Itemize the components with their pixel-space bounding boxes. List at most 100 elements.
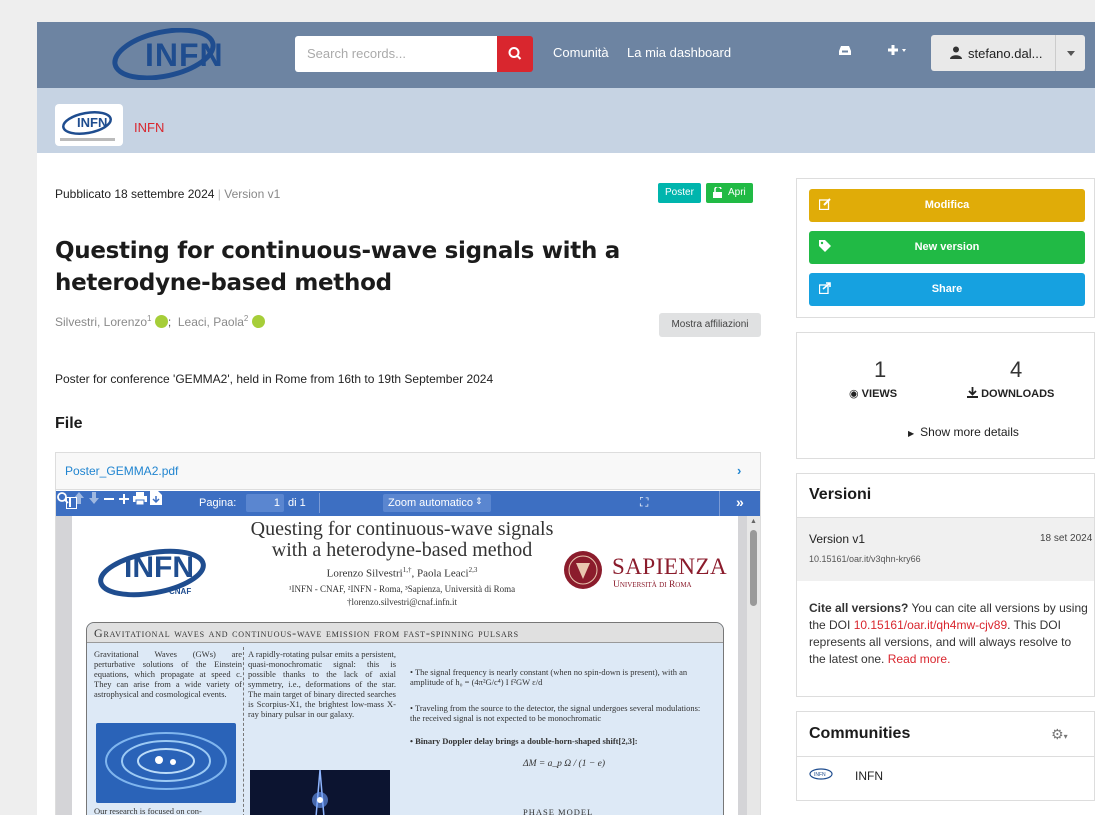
svg-text:INFN: INFN: [814, 772, 826, 778]
gravitational-waves-image: [96, 723, 236, 803]
author-name[interactable]: Silvestri, Lorenzo: [55, 315, 147, 329]
sapienza-sub: Università di Roma: [613, 580, 692, 590]
user-name: stefano.dal...: [968, 46, 1043, 61]
gear-icon[interactable]: ⚙▾: [1051, 726, 1068, 743]
access-badge: Apri: [706, 183, 753, 203]
search-input[interactable]: Search records...: [295, 36, 497, 72]
record-title: Questing for continuous-wave signals wit…: [55, 238, 620, 296]
download-icon[interactable]: [150, 491, 163, 505]
poster-bullet: • Binary Doppler delay brings a double-h…: [410, 736, 638, 746]
show-affiliations-button[interactable]: Mostra affiliazioni: [659, 313, 761, 337]
community-logo[interactable]: INFN: [55, 104, 123, 146]
views-label: VIEWS: [861, 388, 898, 400]
community-logo-text: INFN: [77, 115, 108, 130]
infn-logo[interactable]: INFN: [109, 27, 229, 81]
show-more-label: Show more details: [920, 425, 1019, 439]
downloads-label-group: DOWNLOADS: [967, 387, 1054, 400]
community-logo-icon: INFN: [809, 768, 833, 780]
presentation-mode-icon[interactable]: ⛶: [640, 495, 648, 510]
page: INFN Search records... Comunità La mia d…: [37, 22, 1095, 815]
poster-bullet: • Traveling from the source to the detec…: [410, 703, 701, 723]
poster-column-text: Gravitational Waves (GWs) are perturbati…: [94, 649, 242, 699]
sidebar-toggle-icon[interactable]: [66, 497, 77, 509]
concept-doi-link[interactable]: 10.15161/oar.it/qh4mw-cjv89: [854, 618, 1007, 632]
search-button[interactable]: [497, 36, 533, 72]
community-name[interactable]: INFN: [134, 120, 164, 135]
zoom-value: Zoom automatico: [388, 497, 473, 509]
downloads-count: 4: [1010, 357, 1023, 382]
poster-section: Gravitational waves and continuous-wave …: [86, 622, 724, 815]
poster-column-text: Our research is focused on con-: [94, 806, 202, 815]
access-label: Apri: [728, 187, 746, 198]
versions-panel: Versioni Version v1 18 set 2024 10.15161…: [796, 473, 1095, 697]
published-date: Pubblicato 18 settembre 2024: [55, 187, 215, 201]
cite-bold: Cite all versions?: [809, 601, 909, 615]
resource-type-badge: Poster: [658, 183, 701, 203]
arrow-down-icon[interactable]: [88, 491, 100, 505]
logo-text: INFN: [145, 37, 224, 73]
files-heading: File: [55, 415, 83, 432]
file-preview-header[interactable]: Poster_GEMMA2.pdf ›: [56, 453, 760, 490]
views-count: 1: [874, 357, 887, 382]
version-name[interactable]: Version v1: [809, 532, 865, 546]
downloads-label: DOWNLOADS: [981, 388, 1055, 400]
pdf-scrollbar[interactable]: ▲: [747, 516, 760, 815]
poster-title-line: with a heterodyne-based method: [271, 539, 533, 561]
poster-section-title: Gravitational waves and continuous-wave …: [87, 623, 723, 643]
zoom-in-icon[interactable]: [118, 493, 130, 505]
poster-author: , Paola Leaci: [411, 567, 469, 580]
orcid-icon[interactable]: [251, 315, 265, 328]
versions-heading: Versioni: [809, 486, 872, 503]
pdf-viewer[interactable]: INFN CNAF Questing for continuous-wave s…: [56, 516, 760, 815]
show-more-details[interactable]: ▶ Show more details: [908, 425, 1019, 439]
page-count: di 1: [288, 497, 306, 509]
user-menu-button[interactable]: stefano.dal...: [931, 35, 1085, 71]
poster-column-text: A rapidly-rotating pulsar emits a persis…: [248, 649, 396, 719]
print-icon[interactable]: [133, 492, 148, 506]
stats-panel: 1 ◉ VIEWS 4 DOWNLOADS ▶ Show more details: [796, 332, 1095, 459]
version-item[interactable]: Version v1 18 set 2024 10.15161/oar.it/v…: [797, 517, 1094, 581]
new-version-label: New version: [914, 241, 980, 253]
actions-panel: Modifica New version Share: [796, 178, 1095, 318]
plus-menu-icon[interactable]: [887, 42, 911, 65]
edit-button[interactable]: Modifica: [809, 189, 1085, 222]
orcid-icon[interactable]: [154, 315, 168, 328]
unlock-icon: [713, 187, 722, 198]
top-navbar: INFN Search records... Comunità La mia d…: [37, 22, 1095, 88]
pdf-toolbar: Pagina: 1 di 1 Zoom automatico ⇕ ⛶ »: [56, 491, 760, 516]
communities-panel: Communities ⚙▾ INFN INFN: [796, 711, 1095, 801]
communities-heading: Communities: [809, 725, 911, 742]
views-label-group: ◉ VIEWS: [849, 387, 897, 400]
nav-communities[interactable]: Comunità: [553, 45, 609, 60]
record-description: Poster for conference 'GEMMA2', held in …: [55, 372, 494, 386]
chevron-right-icon[interactable]: ›: [737, 463, 741, 478]
share-label: Share: [931, 283, 963, 295]
nav-dashboard[interactable]: La mia dashboard: [627, 45, 731, 60]
community-header: INFN INFN: [37, 88, 1095, 153]
poster-author-sup: 2,3: [468, 566, 478, 574]
eye-icon: ◉: [849, 388, 859, 400]
file-preview-panel: Poster_GEMMA2.pdf › Pagina: 1 di 1 Zoom …: [55, 452, 761, 815]
author-affiliation-index: 1: [147, 314, 152, 323]
cite-all-versions: Cite all versions? You can cite all vers…: [809, 600, 1089, 668]
publication-info: Pubblicato 18 settembre 2024 | Version v…: [55, 187, 281, 201]
zoom-select[interactable]: Zoom automatico ⇕: [383, 494, 491, 512]
poster-authors: Lorenzo Silvestri1,†, Paola Leaci2,3: [222, 566, 582, 580]
page-number-input[interactable]: 1: [246, 494, 284, 512]
inbox-icon[interactable]: [838, 42, 852, 65]
read-more-link[interactable]: Read more.: [888, 652, 951, 666]
tools-menu-icon[interactable]: »: [736, 494, 744, 510]
select-arrows-icon: ⇕: [475, 496, 483, 506]
new-version-button[interactable]: New version: [809, 231, 1085, 264]
poster-title-line: Questing for continuous-wave signals: [250, 518, 554, 540]
author-name[interactable]: Leaci, Paola: [178, 315, 244, 329]
author-affiliation-index: 2: [243, 314, 249, 323]
version-date: 18 set 2024: [1040, 533, 1093, 544]
poster-infn-text: INFN: [124, 551, 194, 584]
share-button[interactable]: Share: [809, 273, 1085, 306]
poster-subheading: PHASE MODEL: [523, 807, 594, 815]
scroll-thumb[interactable]: [750, 530, 757, 606]
zoom-out-icon[interactable]: [103, 493, 115, 505]
community-item[interactable]: INFN: [855, 769, 883, 783]
file-name[interactable]: Poster_GEMMA2.pdf: [65, 464, 178, 478]
